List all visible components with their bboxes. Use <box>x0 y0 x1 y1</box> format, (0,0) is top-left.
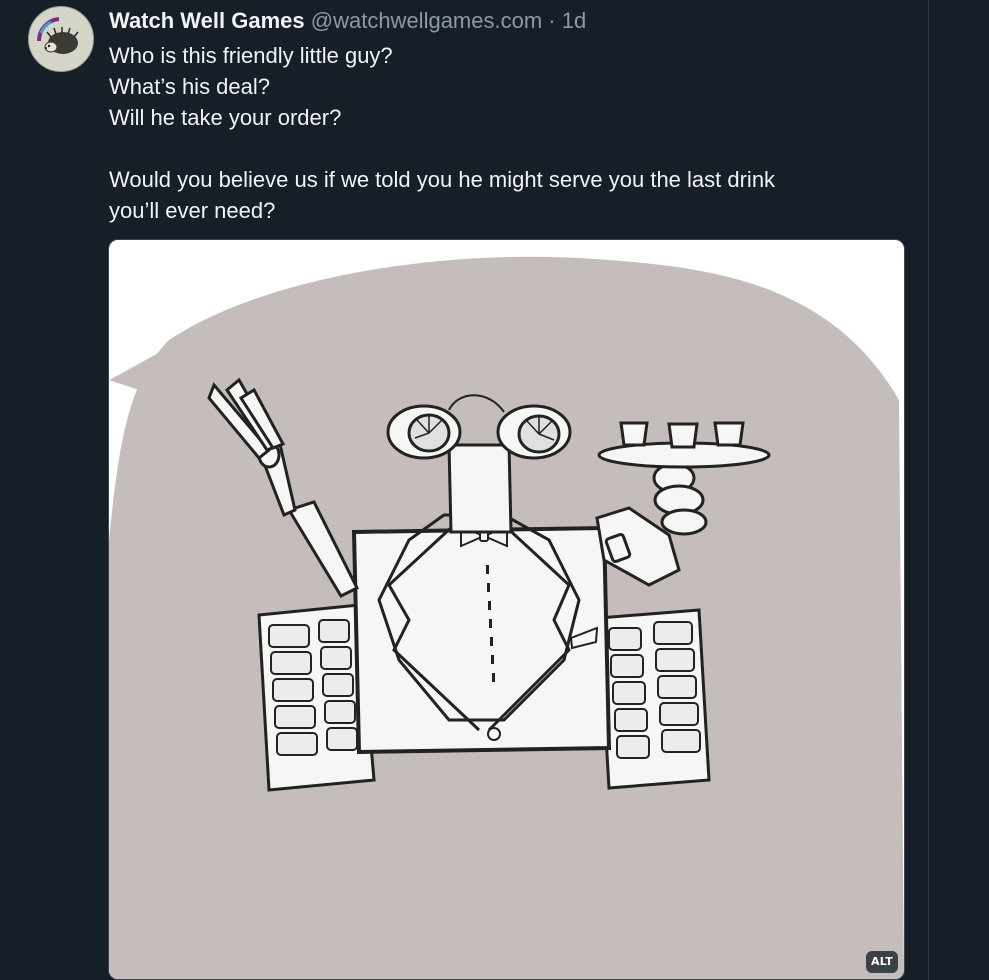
post-text-line: Will he take your order? <box>109 105 342 130</box>
post-body-text: Who is this friendly little guy? What’s … <box>109 40 899 226</box>
alt-text-badge[interactable]: ALT <box>866 951 898 973</box>
author-handle[interactable]: @watchwellgames.com <box>311 8 542 33</box>
post-text-line <box>109 133 899 164</box>
post-text-line: What’s his deal? <box>109 74 271 99</box>
post-image[interactable]: ALT <box>108 239 905 980</box>
post-text-line: Would you believe us if we told you he m… <box>109 167 776 192</box>
avatar[interactable] <box>28 6 94 72</box>
author-name[interactable]: Watch Well Games <box>109 8 305 33</box>
post-feed-column: Watch Well Games @watchwellgames.com · 1… <box>0 0 929 980</box>
robot-waiter-illustration <box>109 256 904 979</box>
post-text-line: you’ll ever need? <box>109 198 276 223</box>
previous-post-text-fragment <box>108 0 288 4</box>
hedgehog-logo-icon <box>30 8 92 70</box>
post-text-line: Who is this friendly little guy? <box>109 43 393 68</box>
post-timestamp[interactable]: 1d <box>562 8 586 33</box>
post-header: Watch Well Games @watchwellgames.com · 1… <box>109 6 586 36</box>
separator-dot: · <box>548 8 556 33</box>
